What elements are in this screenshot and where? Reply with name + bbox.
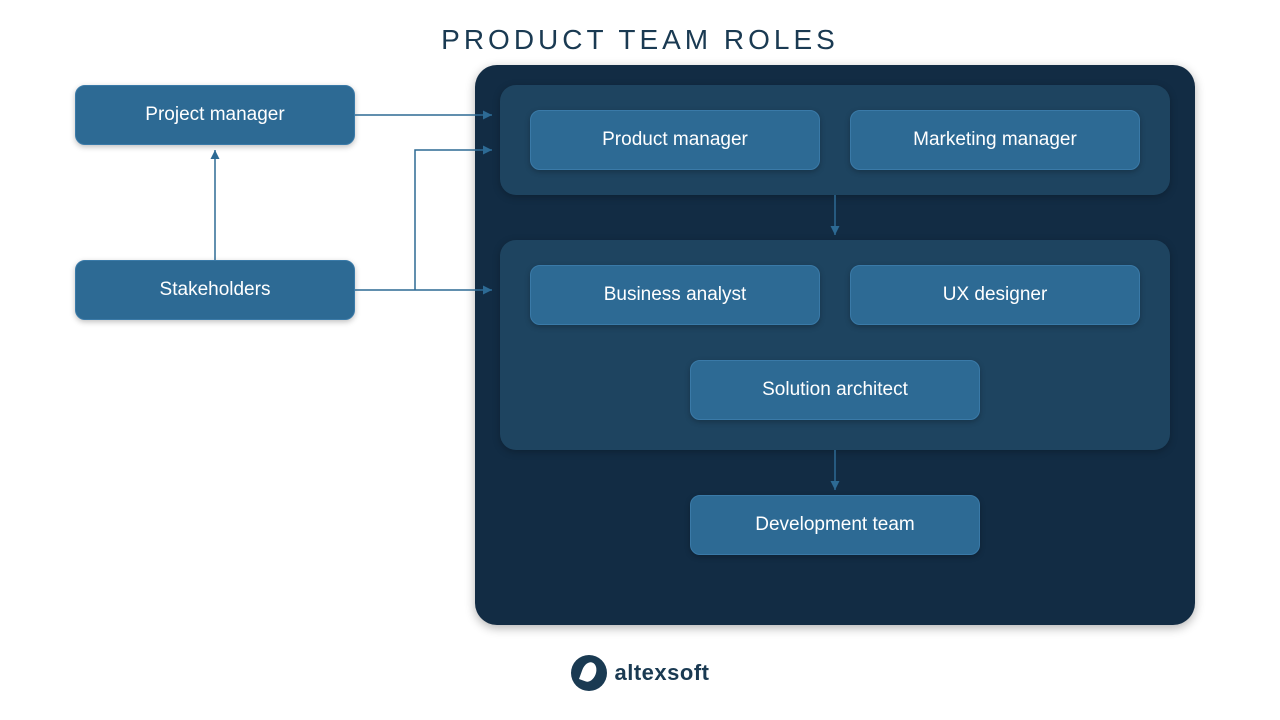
- analysis-design-group: Business analyst UX designer Solution ar…: [500, 240, 1170, 450]
- solution-architect-box: Solution architect: [690, 360, 980, 420]
- brand-logo-text: altexsoft: [615, 660, 710, 686]
- product-manager-box: Product manager: [530, 110, 820, 170]
- management-group: Product manager Marketing manager: [500, 85, 1170, 195]
- product-team-container: Product manager Marketing manager Busine…: [475, 65, 1195, 625]
- product-manager-label: Product manager: [602, 129, 748, 151]
- business-analyst-box: Business analyst: [530, 265, 820, 325]
- brand-logo-icon: [571, 655, 607, 691]
- ux-designer-box: UX designer: [850, 265, 1140, 325]
- solution-architect-label: Solution architect: [762, 379, 908, 401]
- project-manager-label: Project manager: [145, 104, 284, 126]
- stakeholders-label: Stakeholders: [160, 279, 271, 301]
- development-team-box: Development team: [690, 495, 980, 555]
- business-analyst-label: Business analyst: [604, 284, 747, 306]
- stakeholders-box: Stakeholders: [75, 260, 355, 320]
- diagram-title: PRODUCT TEAM ROLES: [0, 24, 1280, 56]
- ux-designer-label: UX designer: [943, 284, 1048, 306]
- development-team-label: Development team: [755, 514, 914, 536]
- marketing-manager-box: Marketing manager: [850, 110, 1140, 170]
- brand-logo: altexsoft: [0, 655, 1280, 691]
- marketing-manager-label: Marketing manager: [913, 129, 1077, 151]
- project-manager-box: Project manager: [75, 85, 355, 145]
